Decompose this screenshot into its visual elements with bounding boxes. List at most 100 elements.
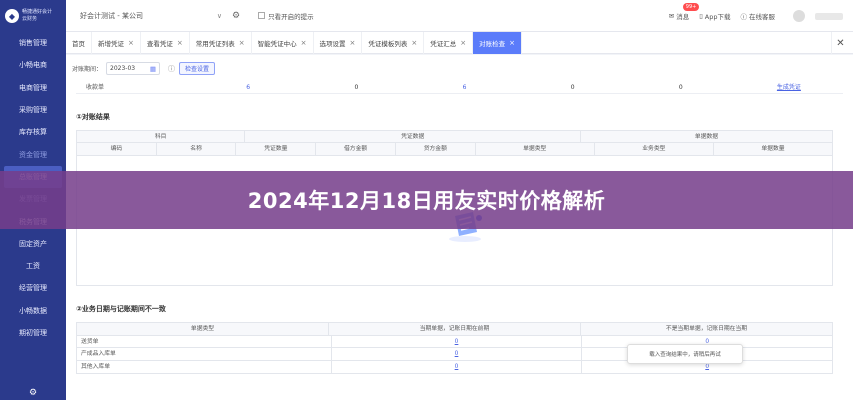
calendar-icon: ▦	[149, 64, 157, 73]
close-tab-icon[interactable]: ×	[350, 39, 356, 47]
group-header-document: 单据数据	[694, 134, 719, 140]
generate-voucher-link[interactable]: 生成凭证	[735, 82, 843, 93]
group-header-voucher: 凭证数据	[245, 131, 581, 142]
tab[interactable]: 选项设置 ×	[314, 32, 363, 54]
col-current-period: 当期单据，记账日期在前期	[329, 323, 581, 335]
avatar[interactable]	[793, 10, 805, 22]
reconciliation-result-title: ①对账结果	[76, 113, 110, 121]
tab[interactable]: 新增凭证 ×	[92, 32, 141, 54]
check-settings-button[interactable]: 检查设置	[179, 62, 216, 75]
tab-label: 首页	[72, 40, 85, 48]
col-credit: 贷方金额	[396, 143, 476, 155]
row-doc-type: 产成品入库单	[77, 348, 332, 360]
close-tab-icon[interactable]: ×	[128, 39, 134, 47]
col-code: 编码	[77, 143, 157, 155]
close-tab-icon[interactable]: ×	[411, 39, 417, 47]
gear-icon[interactable]: ⚙	[232, 11, 240, 21]
tab[interactable]: 凭证模板列表 ×	[362, 32, 425, 54]
close-tab-icon[interactable]: ×	[509, 39, 515, 47]
strip-value-4: 0	[570, 84, 575, 91]
sidebar-item[interactable]: 电商管理	[0, 77, 66, 99]
messages-button[interactable]: ✉ 消息 99+	[668, 3, 700, 21]
info-icon[interactable]: ⓘ	[168, 64, 175, 74]
logo-icon: ◆	[5, 9, 19, 23]
row-doc-type: 送货单	[77, 335, 332, 347]
topbar: 好会计测试 - 某公司 ∨ ⚙ 只看开启的提示 ✉ 消息 99+ ▯ App下载…	[66, 0, 853, 32]
tab-label: 凭证模板列表	[368, 40, 408, 48]
close-tab-icon[interactable]: ×	[239, 39, 245, 47]
banner-title: 2024年12月18日用友实时价格解析	[247, 189, 606, 213]
tab-label: 对账检查	[479, 40, 506, 48]
reminder-checkbox-label: 只看开启的提示	[268, 12, 314, 21]
chevron-down-icon: ∨	[216, 11, 222, 20]
tab[interactable]: 对账检查 ×	[473, 32, 522, 54]
logo: ◆ 畅捷通好会计 云财务	[0, 0, 66, 32]
logo-text-line1: 畅捷通好会计	[22, 9, 53, 15]
help-label: 在线客服	[749, 13, 775, 21]
tab-label: 智能凭证中心	[257, 40, 297, 48]
tab[interactable]: 凭证汇总 ×	[424, 32, 474, 54]
message-icon: ✉	[668, 12, 675, 20]
sidebar-item[interactable]: 固定资产	[0, 233, 66, 255]
strip-value-3[interactable]: 6	[410, 82, 518, 93]
strip-value-2: 0	[354, 84, 359, 91]
row-count-a[interactable]: 0	[332, 348, 583, 360]
close-tab-icon[interactable]: ×	[177, 39, 183, 47]
title-banner: 2024年12月18日用友实时价格解析	[0, 171, 853, 229]
loading-tooltip: 载入查询结果中，请稍后再试	[627, 344, 743, 364]
col-not-current-period: 不是当期单据，记账日期在当期	[665, 326, 748, 332]
col-voucher-count: 凭证数量	[236, 143, 317, 155]
sidebar-item[interactable]: 资金管理	[0, 143, 66, 165]
strip-label: 收款单	[86, 84, 105, 91]
close-tab-icon[interactable]: ×	[301, 39, 307, 47]
table-header-row: 单据类型 当期单据，记账日期在前期 不是当期单据，记账日期在当期	[77, 323, 832, 336]
col-biz-type: 业务类型	[595, 143, 714, 155]
tab[interactable]: 智能凭证中心 ×	[252, 32, 314, 54]
tab-label: 凭证汇总	[430, 40, 457, 48]
tab[interactable]: 首页	[66, 32, 92, 54]
tab-label: 常用凭证列表	[195, 40, 235, 48]
tab[interactable]: 常用凭证列表 ×	[190, 32, 252, 54]
sidebar-item[interactable]: 经营管理	[0, 277, 66, 299]
column-header-row: 编码 名称 凭证数量 借方金额 贷方金额 单据类型 业务类型 单据数量	[77, 143, 832, 155]
group-header-subject: 科目	[77, 131, 246, 142]
sidebar-item[interactable]: 销售管理	[0, 32, 66, 54]
group-header-row: 科目 凭证数据 单据数据	[77, 131, 832, 143]
sidebar-item[interactable]: 期初管理	[0, 322, 66, 344]
row-count-a[interactable]: 0	[332, 335, 583, 347]
app-download-label: App下载	[704, 13, 731, 21]
app-download-button[interactable]: ▯ App下载	[699, 11, 730, 21]
row-count-a[interactable]: 0	[332, 360, 583, 373]
date-mismatch-title: ②业务日期与记账期间不一致	[76, 305, 166, 313]
col-doc-type: 单据类型	[476, 143, 595, 155]
sidebar-item[interactable]: 采购管理	[0, 99, 66, 121]
company-select[interactable]: 好会计测试 - 某公司 ∨	[76, 8, 226, 24]
checkbox-box[interactable]	[258, 12, 266, 19]
close-all-tabs-icon[interactable]: ✕	[831, 32, 849, 54]
sidebar-item[interactable]: 工资	[0, 255, 66, 277]
col-doc-type: 单据类型	[77, 323, 329, 335]
logo-text-line2: 云财务	[22, 16, 38, 22]
username-placeholder[interactable]	[815, 12, 843, 20]
company-select-value: 好会计测试 - 某公司	[80, 11, 143, 20]
close-tab-icon[interactable]: ×	[460, 39, 466, 47]
reminder-checkbox[interactable]: 只看开启的提示	[258, 11, 314, 21]
phone-icon: ▯	[699, 12, 703, 20]
strip-value-1[interactable]: 6	[194, 82, 302, 93]
help-button[interactable]: ⓘ 在线客服	[741, 11, 776, 21]
col-doc-count: 单据数量	[761, 146, 785, 152]
messages-label: 消息	[676, 13, 690, 21]
sidebar-item[interactable]: 库存核算	[0, 121, 66, 143]
filter-bar: 对账期间： 2023-03 ▦ ⓘ 检查设置	[66, 55, 853, 82]
strip-value-5: 0	[678, 84, 683, 91]
col-name: 名称	[157, 143, 237, 155]
period-date-value: 2023-03	[110, 65, 136, 72]
settings-gear-icon[interactable]: ⚙	[0, 388, 66, 398]
row-doc-type: 其他入库单	[77, 360, 332, 373]
sidebar-item[interactable]: 小畅数据	[0, 300, 66, 322]
tab-bar: 首页 新增凭证 × 查看凭证 × 常用凭证列表 × 智能凭证中心 × 选项设置 × 凭证模板列表 × 凭证…	[66, 32, 853, 54]
summary-strip: 收款单 6 0 6 0 0 生成凭证	[76, 82, 843, 94]
tab[interactable]: 查看凭证 ×	[141, 32, 190, 54]
sidebar-item[interactable]: 小畅电商	[0, 54, 66, 76]
period-date-picker[interactable]: 2023-03 ▦	[106, 62, 161, 75]
